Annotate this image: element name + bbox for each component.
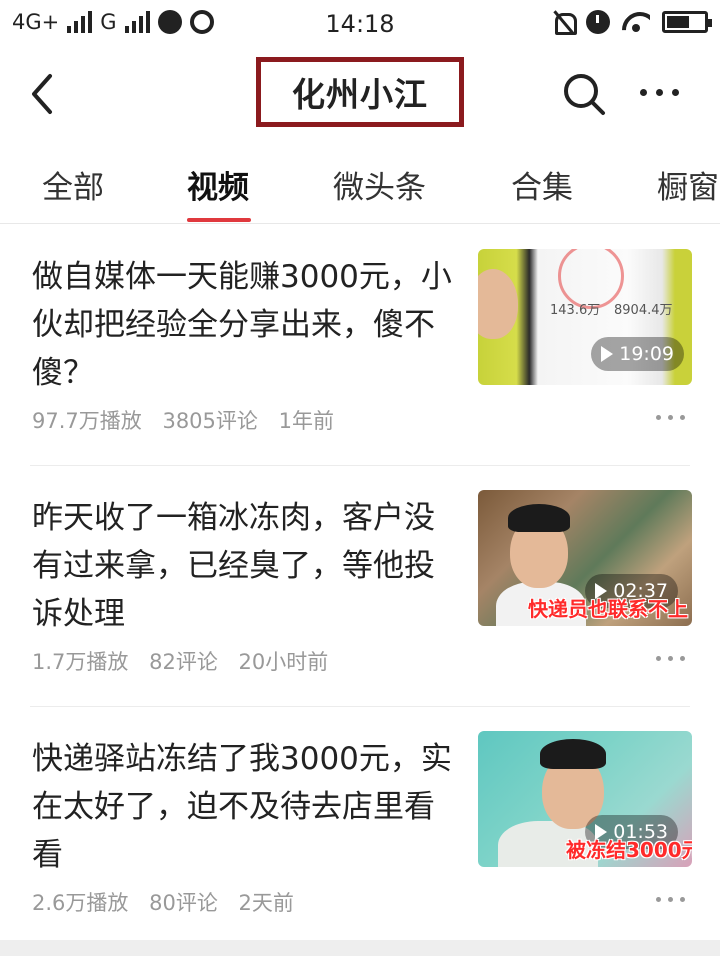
battery-icon (662, 11, 712, 33)
video-thumbnail[interactable]: 01:53 被冻结3000元 (478, 731, 692, 867)
video-title[interactable]: 做自媒体一天能赚3000元，小伙却把经验全分享出来，傻不傻？ (32, 253, 452, 397)
list-item[interactable]: 快递驿站冻结了我3000元，实在太好了，迫不及待去店里看看 01:53 被冻结3… (0, 707, 720, 948)
more-options-icon[interactable] (656, 415, 685, 420)
comment-count: 80评论 (149, 891, 218, 915)
video-thumbnail[interactable]: 02:37 快递员也联系不上 (478, 490, 692, 626)
phone-screen-value: 143.6万 (550, 303, 601, 318)
comment-count: 82评论 (149, 650, 218, 674)
video-caption-overlay: 被冻结3000元 (566, 838, 692, 862)
video-title[interactable]: 快递驿站冻结了我3000元，实在太好了，迫不及待去店里看看 (32, 735, 452, 879)
more-options-icon[interactable] (656, 656, 685, 661)
person-hair (540, 739, 606, 769)
mute-icon (552, 10, 577, 35)
tab-showcase[interactable]: 橱窗 (657, 162, 719, 207)
publish-time: 20小时前 (238, 650, 329, 674)
publish-time: 2天前 (238, 891, 294, 915)
duration-text: 19:09 (619, 343, 674, 365)
phone-screen-value: 8904.4万 (614, 303, 673, 318)
header: 化州小江 (0, 50, 720, 140)
view-count: 1.7万播放 (32, 650, 129, 674)
view-count: 97.7万播放 (32, 409, 142, 433)
status-right (552, 10, 712, 35)
bottom-bar (0, 940, 720, 956)
wifi-icon (622, 12, 650, 32)
tab-micro-headline[interactable]: 微头条 (333, 162, 426, 207)
list-item[interactable]: 做自媒体一天能赚3000元，小伙却把经验全分享出来，傻不傻？ 143.6万 89… (0, 225, 720, 466)
person-face (478, 269, 518, 339)
video-meta: 97.7万播放 3805评论 1年前 (32, 405, 348, 435)
list-item[interactable]: 昨天收了一箱冰冻肉，客户没有过来拿，已经臭了，等他投诉处理 02:37 快递员也… (0, 466, 720, 707)
search-icon[interactable] (560, 70, 608, 118)
video-caption-overlay: 快递员也联系不上 (528, 597, 688, 621)
page-title-box: 化州小江 (256, 57, 464, 127)
play-icon (601, 346, 614, 362)
tab-collection[interactable]: 合集 (511, 162, 573, 207)
duration-badge: 19:09 (591, 337, 684, 371)
alarm-icon (586, 10, 610, 34)
video-meta: 1.7万播放 82评论 20小时前 (32, 646, 342, 676)
chevron-left-icon[interactable] (24, 72, 64, 116)
status-bar: 4G+ G 14:18 (0, 0, 720, 50)
tab-active-indicator (187, 218, 251, 222)
publish-time: 1年前 (278, 409, 334, 433)
page-title: 化州小江 (292, 75, 428, 114)
view-count: 2.6万播放 (32, 891, 129, 915)
person-hair (508, 504, 570, 532)
video-meta: 2.6万播放 80评论 2天前 (32, 887, 308, 917)
tab-all[interactable]: 全部 (42, 162, 104, 207)
comment-count: 3805评论 (162, 409, 258, 433)
video-thumbnail[interactable]: 143.6万 8904.4万 19:09 (478, 249, 692, 385)
more-options-icon[interactable] (656, 897, 685, 902)
tab-video[interactable]: 视频 (187, 162, 249, 207)
video-title[interactable]: 昨天收了一箱冰冻肉，客户没有过来拿，已经臭了，等他投诉处理 (32, 494, 452, 638)
more-horizontal-icon[interactable] (640, 84, 688, 100)
tab-bar: 全部 视频 微头条 合集 橱窗 (0, 140, 720, 224)
